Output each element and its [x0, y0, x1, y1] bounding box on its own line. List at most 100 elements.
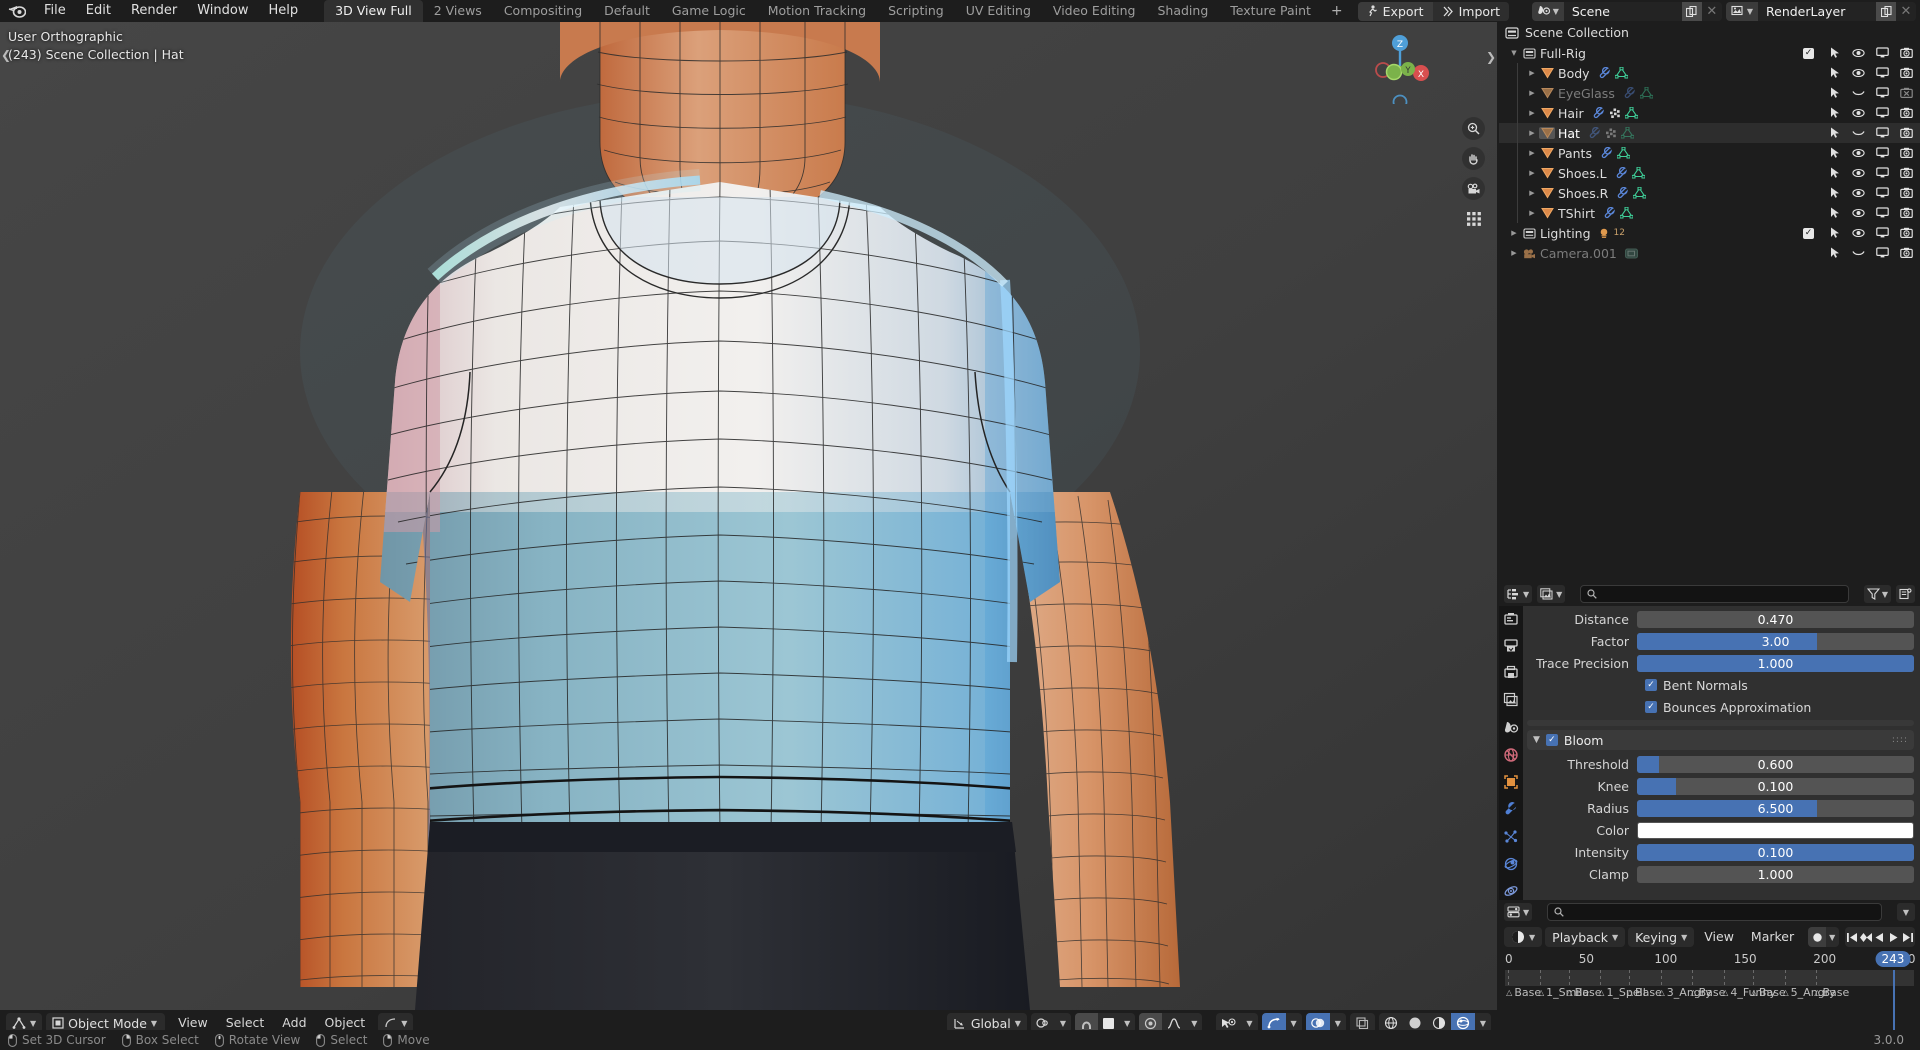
eye-closed-icon[interactable] — [1851, 247, 1866, 259]
workspace-tab-texture-paint[interactable]: Texture Paint — [1219, 0, 1322, 22]
scene-tab[interactable] — [1501, 719, 1521, 736]
wrench-icon[interactable] — [1592, 107, 1605, 119]
render-tab[interactable] — [1501, 637, 1521, 654]
timeline-ruler[interactable]: 050100150200250 — [1499, 950, 1920, 970]
unlink-scene-button[interactable]: ✕ — [1701, 1, 1722, 21]
playback-dropdown[interactable]: Playback ▼ — [1545, 927, 1626, 947]
eye-open-icon[interactable] — [1851, 167, 1866, 179]
viewport-3d[interactable]: ❮ User Orthographic (243) Scene Collecti… — [0, 22, 1497, 1010]
workspace-tab-3d-view-full[interactable]: 3D View Full — [324, 0, 423, 22]
object-tab[interactable] — [1501, 774, 1521, 791]
select-icon[interactable] — [1827, 87, 1842, 99]
select-icon[interactable] — [1827, 187, 1842, 199]
property-checkbox-bent-normals[interactable]: ✓ Bent Normals — [1527, 676, 1914, 694]
eye-open-icon[interactable] — [1851, 107, 1866, 119]
timeline-icon[interactable]: ▼ — [1504, 927, 1543, 947]
modifier-tab[interactable] — [1501, 801, 1521, 818]
outliner-row-shoes-l[interactable]: ▶ Shoes.L — [1499, 163, 1920, 183]
disclosure-triangle-icon[interactable]: ▶ — [1507, 249, 1521, 257]
disclosure-triangle-icon[interactable]: ▼ — [1507, 49, 1521, 57]
timeline-search-input[interactable] — [1569, 905, 1875, 919]
camera-icon[interactable] — [1899, 207, 1914, 219]
mesh-data-icon[interactable] — [1620, 207, 1634, 219]
timeline-marker[interactable]: △ Base — [1506, 986, 1541, 999]
properties-editor-icon[interactable]: ▼ — [1504, 585, 1533, 603]
mesh-data-icon[interactable] — [1614, 67, 1628, 79]
camera-off-icon[interactable] — [1899, 87, 1914, 99]
camera-icon[interactable] — [1899, 247, 1914, 259]
screen-icon[interactable] — [1875, 127, 1890, 139]
select-icon[interactable] — [1827, 207, 1842, 219]
tool-tab[interactable] — [1501, 610, 1521, 627]
workspace-tab-default[interactable]: Default — [593, 0, 661, 22]
disclosure-triangle-icon[interactable]: ▶ — [1507, 229, 1521, 237]
sidebar-expand-arrow[interactable]: ❯ — [1486, 50, 1496, 64]
properties-search[interactable] — [1580, 585, 1849, 603]
properties-search-input[interactable] — [1602, 587, 1842, 601]
menu-window[interactable]: Window — [187, 0, 258, 22]
outliner-row-body[interactable]: ▶ Body — [1499, 63, 1920, 83]
timeline-marker-menu[interactable]: Marker — [1744, 927, 1801, 947]
mesh-data-icon[interactable] — [1620, 127, 1634, 139]
screen-icon[interactable] — [1875, 167, 1890, 179]
disclosure-triangle-icon[interactable]: ▶ — [1525, 69, 1539, 77]
hand-icon[interactable] — [1462, 147, 1485, 170]
navigation-gizmo[interactable]: Z X Y — [1363, 30, 1437, 110]
screen-icon[interactable] — [1875, 47, 1890, 59]
eye-open-icon[interactable] — [1851, 47, 1866, 59]
outliner-row-hat[interactable]: ▶ Hat — [1499, 123, 1920, 143]
playhead-line[interactable] — [1892, 970, 1895, 1030]
scene-icon[interactable]: ▼ — [1531, 1, 1564, 21]
menu-file[interactable]: File — [34, 0, 76, 22]
workspace-tab-shading[interactable]: Shading — [1146, 0, 1219, 22]
wrench-icon[interactable] — [1616, 187, 1629, 199]
screen-icon[interactable] — [1875, 147, 1890, 159]
new-viewlayer-button[interactable] — [1876, 1, 1896, 21]
light-icon[interactable] — [1599, 228, 1610, 239]
wrench-icon[interactable] — [1603, 207, 1616, 219]
prev-keyframe-icon[interactable] — [1859, 927, 1873, 947]
camera-icon[interactable] — [1899, 147, 1914, 159]
timeline-view-menu[interactable]: View — [1697, 927, 1741, 947]
timeline-marker[interactable]: △ Base — [1751, 986, 1786, 999]
screen-icon[interactable] — [1875, 227, 1890, 239]
checkbox-box[interactable]: ✓ — [1645, 701, 1657, 713]
outliner-row-eyeglass[interactable]: ▶ EyeGlass — [1499, 83, 1920, 103]
timeline-frame-range[interactable] — [1505, 970, 1914, 986]
eye-open-icon[interactable] — [1851, 207, 1866, 219]
properties-editor[interactable]: ▼ ▼ ▼ Distance 0.470 Factor 3.00 Trace P… — [1499, 582, 1920, 900]
screen-icon[interactable] — [1875, 107, 1890, 119]
particles-icon[interactable] — [1609, 108, 1621, 119]
workspace-tab-game-logic[interactable]: Game Logic — [661, 0, 757, 22]
outliner-row-shoes-r[interactable]: ▶ Shoes.R — [1499, 183, 1920, 203]
disclosure-triangle-icon[interactable]: ▶ — [1525, 169, 1539, 177]
auto-keying-dropdown[interactable]: ▼ — [1826, 927, 1839, 947]
drag-handle-icon[interactable]: :::: — [1892, 735, 1914, 745]
world-tab[interactable] — [1501, 746, 1521, 763]
camera-icon[interactable] — [1462, 177, 1485, 200]
workspace-tab-video-editing[interactable]: Video Editing — [1042, 0, 1147, 22]
chevron-down-icon[interactable]: ▼ — [1896, 903, 1915, 921]
wrench-icon[interactable] — [1615, 167, 1628, 179]
disclosure-triangle-icon[interactable]: ▶ — [1525, 149, 1539, 157]
record-icon[interactable] — [1808, 927, 1826, 947]
timeline-marker[interactable]: △ Base — [1627, 986, 1662, 999]
outliner-editor[interactable]: Scene Collection ▼ Full-Rig ✓ ▶ Body ▶ EyeGlas… — [1499, 22, 1920, 580]
select-icon[interactable] — [1827, 167, 1842, 179]
property-slider[interactable]: 1.000 — [1637, 654, 1914, 672]
blender-logo-icon[interactable] — [0, 0, 34, 22]
menu-help[interactable]: Help — [259, 0, 309, 22]
wrench-icon[interactable] — [1598, 67, 1611, 79]
timeline-marker[interactable]: △ Base — [1690, 986, 1725, 999]
camera-icon[interactable] — [1899, 187, 1914, 199]
camera-icon[interactable] — [1899, 107, 1914, 119]
eye-open-icon[interactable] — [1851, 67, 1866, 79]
eye-closed-icon[interactable] — [1851, 87, 1866, 99]
current-frame-label[interactable]: 243 — [1875, 951, 1911, 967]
camera-data-icon[interactable] — [1624, 248, 1638, 259]
particles-icon[interactable] — [1605, 128, 1617, 139]
camera-icon[interactable] — [1899, 47, 1914, 59]
workspace-tab-2-views[interactable]: 2 Views — [423, 0, 493, 22]
disclosure-triangle-icon[interactable]: ▶ — [1525, 209, 1539, 217]
viewlayer-tab[interactable] — [1501, 692, 1521, 709]
